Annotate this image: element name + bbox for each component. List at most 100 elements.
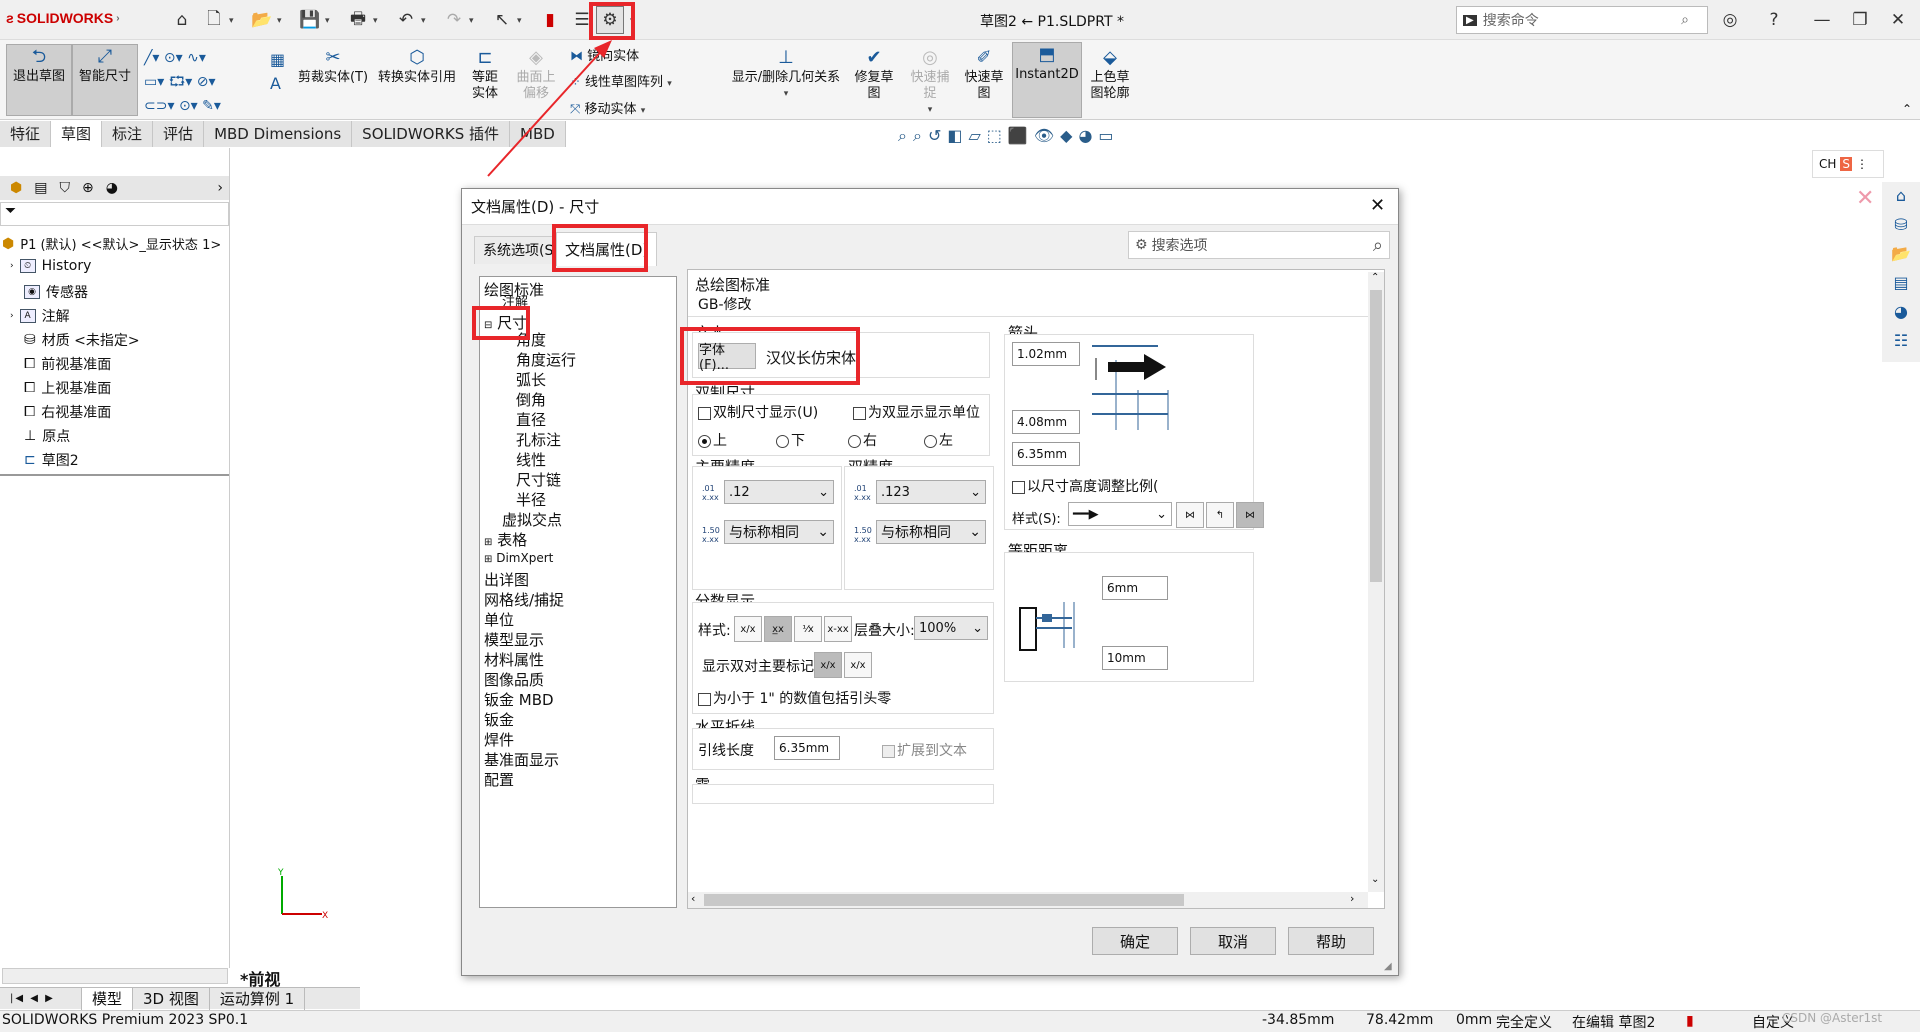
nav-virtual-sharps[interactable]: 虚拟交点 — [502, 509, 562, 530]
arrow-size-3-input[interactable]: 6.35mm — [1012, 442, 1080, 466]
heads-up-view-toolbar[interactable]: ⌕⌕↺◧▱⬚⬛👁◆◕▭ — [898, 126, 1120, 146]
command-search[interactable]: ▶ 搜索命令 ⌕ — [1456, 6, 1708, 34]
scroll-thumb[interactable] — [704, 894, 1184, 906]
expand-icon[interactable]: ⊞ — [484, 537, 492, 548]
tree-item-front-plane[interactable]: ⧠ 前视基准面 — [24, 354, 111, 374]
section-view-icon[interactable]: ◧ — [947, 126, 968, 145]
ok-button[interactable]: 确定 — [1092, 927, 1178, 955]
primary-tolerance-select[interactable]: 与标称相同 ⌄ — [724, 520, 834, 544]
scroll-right-icon[interactable]: › — [1350, 892, 1354, 905]
fraction-style-3-icon[interactable]: ⅟x — [794, 616, 822, 642]
resize-grip-icon[interactable]: ◢ — [1384, 961, 1392, 972]
home-icon[interactable]: ⌂ — [168, 6, 196, 34]
nav-diameter[interactable]: 直径 — [516, 409, 546, 430]
edit-appearance-icon[interactable]: ◆ — [1060, 126, 1078, 145]
nav-sheet-metal[interactable]: 钣金 — [484, 709, 514, 730]
chevron-down-icon[interactable]: ▾ — [373, 16, 378, 26]
scroll-left-icon[interactable]: ‹ — [691, 892, 695, 905]
design-library-icon[interactable]: ⛁ — [1894, 215, 1907, 234]
chevron-down-icon[interactable]: ▾ — [421, 16, 426, 26]
extend-to-text-checkbox[interactable]: 扩展到文本 — [882, 740, 967, 760]
view-settings-icon[interactable]: ▭ — [1098, 126, 1119, 145]
chevron-down-icon[interactable]: ▾ — [469, 16, 474, 26]
arrow-size-1-input[interactable]: 1.02mm — [1012, 342, 1080, 366]
tab-mbd-dimensions[interactable]: MBD Dimensions — [204, 121, 353, 147]
position-right-radio[interactable]: 右 — [848, 430, 877, 450]
chevron-down-icon[interactable]: ▾ — [517, 16, 522, 26]
offset-1-input[interactable]: 6mm — [1102, 576, 1168, 600]
expand-icon[interactable]: ⊞ — [484, 554, 492, 565]
tree-root[interactable]: ⬢ P1 (默认) <<默认>_显示状态 1> — [2, 234, 221, 254]
display-manager-icon[interactable]: ◕ — [106, 180, 118, 196]
zoom-area-icon[interactable]: ⌕ — [913, 126, 928, 145]
close-icon[interactable]: ✕ — [1884, 6, 1912, 34]
help-button[interactable]: 帮助 — [1288, 927, 1374, 955]
dimxpert-manager-icon[interactable]: ⊕ — [82, 180, 94, 196]
nav-units[interactable]: 单位 — [484, 609, 514, 630]
nav-weldments[interactable]: 焊件 — [484, 729, 514, 750]
tab-scroll-arrows[interactable]: |◀ ◀ ▶ ▶| — [0, 988, 82, 1026]
help-icon[interactable]: ? — [1760, 6, 1788, 34]
arrows-outside-icon[interactable]: ⋈ — [1176, 502, 1204, 528]
scale-with-height-checkbox[interactable]: 以尺寸高度调整比例( — [1012, 476, 1158, 496]
search-icon[interactable]: ⌕ — [1681, 12, 1689, 28]
nav-plane-display[interactable]: 基准面显示 — [484, 749, 559, 770]
feature-manager-icon[interactable]: ⬢ — [10, 180, 22, 196]
rebuild-icon[interactable]: ▮ — [536, 6, 564, 34]
nav-linear[interactable]: 线性 — [516, 449, 546, 470]
dual-mark-style-1-icon[interactable]: x/x — [814, 652, 842, 678]
stack-size-select[interactable]: 100% ⌄ — [914, 616, 988, 640]
line-icon[interactable]: ╱▾ ⊙▾ ∿▾ — [144, 50, 206, 66]
tree-item-top-plane[interactable]: ⧠ 上视基准面 — [24, 378, 111, 398]
vertical-scrollbar[interactable]: ⌃ ⌄ — [1368, 272, 1384, 892]
nav-configurations[interactable]: 配置 — [484, 769, 514, 790]
arrow-style-select[interactable]: ━━▶ ⌄ — [1068, 502, 1172, 526]
position-left-radio[interactable]: 左 — [924, 430, 953, 450]
tree-item-sensors[interactable]: ◉ 传感器 — [24, 282, 88, 302]
chevron-right-icon[interactable]: › — [217, 180, 223, 196]
dual-tolerance-select[interactable]: 与标称相同 ⌄ — [876, 520, 986, 544]
nav-dimxpert[interactable]: ⊞ DimXpert — [484, 551, 553, 565]
scroll-thumb[interactable] — [1370, 290, 1382, 582]
ime-indicator[interactable]: CH S ⋮ — [1812, 150, 1884, 178]
save-icon[interactable]: 💾 — [296, 6, 324, 34]
display-style-icon[interactable]: ⬛ — [1008, 126, 1034, 145]
undo-icon[interactable]: ↶ — [392, 6, 420, 34]
options-search[interactable]: ⚙ 搜索选项 ⌕ — [1128, 231, 1390, 259]
open-icon[interactable]: 📂 — [248, 6, 276, 34]
cancel-button[interactable]: 取消 — [1190, 927, 1276, 955]
tree-item-origin[interactable]: ⊥ 原点 — [24, 426, 70, 446]
property-manager-icon[interactable]: ▤ — [34, 180, 47, 196]
slot-icon[interactable]: ⊂⊃▾ ⊙▾ ✎▾ — [144, 98, 221, 114]
convert-entities-button[interactable]: ⬡ 转换实体引用 — [374, 46, 460, 86]
panel-scrollbar[interactable] — [2, 968, 228, 984]
rectangle-icon[interactable]: ▭▾ ⮔▾ ⊘▾ — [144, 74, 216, 90]
tab-model[interactable]: 模型 — [82, 988, 134, 1010]
position-bottom-radio[interactable]: 下 — [776, 430, 805, 450]
fraction-style-4-icon[interactable]: x-xx — [824, 616, 852, 642]
trim-entities-button[interactable]: ✂ 剪裁实体(T) — [294, 46, 372, 86]
arrow-size-2-input[interactable]: 4.08mm — [1012, 410, 1080, 434]
quick-snaps-button[interactable]: ◎ 快速捕捉 ▾ — [906, 46, 954, 118]
view-palette-icon[interactable]: ▤ — [1893, 273, 1908, 292]
smart-dimension-button[interactable]: ⤢ 智能尺寸 — [72, 44, 138, 116]
custom-properties-icon[interactable]: ☷ — [1894, 331, 1908, 350]
leading-zero-checkbox[interactable]: 为小于 1" 的数值包括引头零 — [698, 688, 891, 708]
nav-chamfer[interactable]: 倒角 — [516, 389, 546, 410]
nav-ordinate[interactable]: 尺寸链 — [516, 469, 561, 490]
close-sketch-icon[interactable]: ✕ — [1856, 186, 1874, 211]
tab-sketch[interactable]: 草图 — [51, 121, 103, 147]
home-icon[interactable]: ⌂ — [1896, 186, 1906, 205]
tab-3d-views[interactable]: 3D 视图 — [133, 988, 210, 1010]
offset-2-input[interactable]: 10mm — [1102, 646, 1168, 670]
collapse-ribbon-icon[interactable]: ⌃ — [1902, 102, 1912, 116]
scroll-up-icon[interactable]: ⌃ — [1371, 272, 1379, 283]
arrows-inside-icon[interactable]: ↰ — [1206, 502, 1234, 528]
select-cursor-icon[interactable]: ↖ — [488, 6, 516, 34]
dual-display-checkbox[interactable]: 双制尺寸显示(U) — [698, 402, 818, 422]
nav-model-display[interactable]: 模型显示 — [484, 629, 544, 650]
configuration-manager-icon[interactable]: ⛉ — [59, 180, 70, 196]
horizontal-scrollbar[interactable]: ‹ › — [688, 892, 1368, 908]
solidworks-logo[interactable]: ƨ SOLIDWORKS › — [6, 10, 120, 26]
tree-item-sketch2[interactable]: ⊏ 草图2 — [24, 450, 79, 470]
